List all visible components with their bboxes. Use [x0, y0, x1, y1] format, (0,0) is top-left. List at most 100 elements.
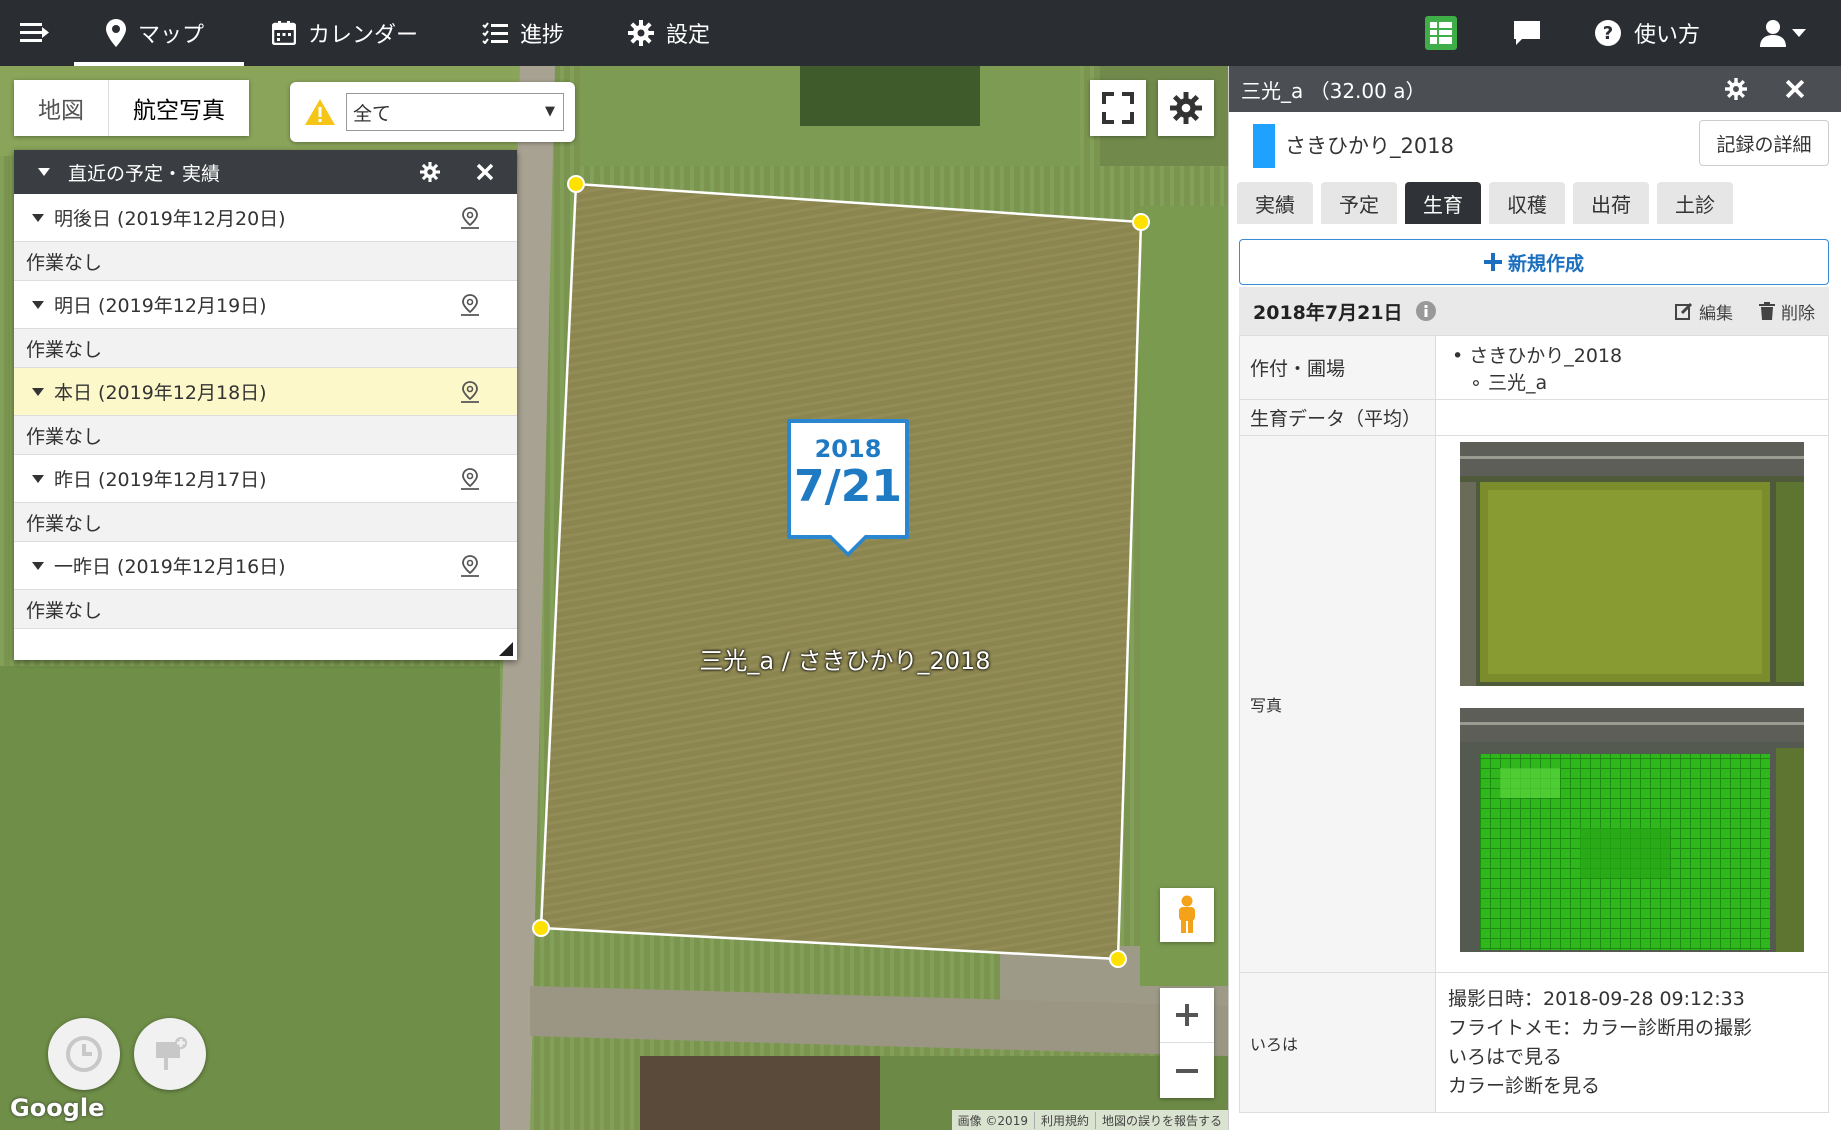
color-diagnosis-thumbnail[interactable]	[1460, 708, 1804, 952]
record-tab[interactable]: 収穫	[1489, 182, 1565, 224]
gear-icon[interactable]	[1725, 78, 1747, 100]
clock-icon	[66, 1036, 102, 1072]
collapse-triangle-icon[interactable]	[38, 168, 50, 176]
new-record-label: 新規作成	[1507, 252, 1584, 275]
record-tab[interactable]: 予定	[1321, 182, 1397, 224]
schedule-day-label: 明後日 (2019年12月20日)	[54, 208, 286, 230]
nav-progress-label: 進捗	[520, 23, 565, 48]
field-detail-panel: 三光_a （32.00 a） さきひかり_2018 記録の詳細 実績 予定 生育 収穫…	[1228, 66, 1841, 1130]
schedule-panel-header: 直近の予定・実績	[14, 150, 517, 194]
map-pin-icon[interactable]	[459, 207, 481, 229]
close-icon[interactable]	[476, 163, 494, 181]
svg-text:?: ?	[1603, 23, 1613, 44]
plus-icon	[1176, 1004, 1198, 1026]
map-tab-aerial[interactable]: 航空写真	[108, 80, 249, 136]
growth-data-key: 生育データ（平均）	[1239, 399, 1436, 436]
messages-button[interactable]	[1512, 0, 1542, 66]
user-menu-button[interactable]	[1760, 0, 1806, 66]
aerial-photo-thumbnail[interactable]	[1460, 442, 1804, 686]
nav-calendar[interactable]: カレンダー	[272, 0, 418, 66]
nav-help[interactable]: ? 使い方	[1594, 0, 1700, 66]
delete-button[interactable]: 削除	[1759, 299, 1815, 324]
view-color-diagnosis-link[interactable]: カラー診断を見る	[1448, 1072, 1828, 1101]
map-tab-map[interactable]: 地図	[14, 80, 108, 136]
spreadsheet-button[interactable]	[1425, 0, 1457, 66]
imagery-credit: 画像 ©2019	[957, 1113, 1028, 1128]
report-error-link[interactable]: 地図の誤りを報告する	[1094, 1111, 1228, 1129]
nav-settings-label: 設定	[666, 23, 711, 48]
map-settings-button[interactable]	[1158, 80, 1214, 136]
flight-memo: フライトメモ：カラー診断用の撮影	[1448, 1016, 1753, 1039]
schedule-day-note: 作業なし	[14, 590, 517, 629]
schedule-day-row[interactable]: 明後日 (2019年12月20日)	[14, 194, 517, 242]
filter-box: 全て ▼	[290, 82, 575, 142]
calendar-icon	[272, 21, 296, 45]
record-detail-button[interactable]: 記録の詳細	[1699, 120, 1829, 166]
field-panel-title: 三光_a （32.00 a）	[1241, 78, 1426, 103]
schedule-day-row[interactable]: 一昨日 (2019年12月16日)	[14, 542, 517, 590]
schedule-day-row[interactable]: 昨日 (2019年12月17日)	[14, 455, 517, 503]
spreadsheet-icon	[1425, 16, 1457, 50]
map-pin-icon[interactable]	[459, 555, 481, 577]
chevron-down-icon	[1792, 29, 1806, 37]
callout-date: 7/21	[794, 461, 902, 512]
schedule-day-row[interactable]: 明日 (2019年12月19日)	[14, 281, 517, 329]
filter-select[interactable]: 全て ▼	[346, 93, 564, 131]
map-pin-icon[interactable]	[459, 381, 481, 403]
record-actions: 編集 削除	[1649, 287, 1815, 335]
photo-key: 写真	[1239, 435, 1436, 973]
nav-progress[interactable]: 進捗	[482, 0, 564, 66]
record-tab[interactable]: 実績	[1237, 182, 1313, 224]
field-date-callout[interactable]: 2018 7/21	[787, 419, 909, 539]
record-tabs: 実績 予定 生育 収穫 出荷 土診	[1229, 182, 1733, 224]
schedule-day-label: 昨日 (2019年12月17日)	[54, 469, 267, 491]
caret-down-icon: ▼	[545, 104, 555, 119]
field-panel-header: 三光_a （32.00 a）	[1229, 66, 1841, 112]
record-header: 2018年7月21日 編集 削除	[1239, 287, 1829, 335]
history-button[interactable]	[48, 1018, 120, 1090]
recent-schedule-panel: 直近の予定・実績 明後日 (2019年12月20日) 作業なし 明日 (2019年1…	[14, 150, 517, 660]
nav-settings[interactable]: 設定	[628, 0, 710, 66]
callout-year: 2018	[814, 435, 882, 463]
zoom-out-button[interactable]	[1160, 1043, 1214, 1098]
record-tab[interactable]: 生育	[1405, 182, 1481, 224]
close-icon[interactable]	[1785, 79, 1805, 99]
add-marker-button[interactable]	[134, 1018, 206, 1090]
zoom-in-button[interactable]	[1160, 988, 1214, 1043]
field-item: 三光_a	[1487, 371, 1548, 394]
edit-label: 編集	[1699, 303, 1733, 324]
info-icon[interactable]	[1415, 300, 1437, 322]
crop-field-key: 作付・圃場	[1239, 335, 1436, 400]
menu-toggle-button[interactable]	[20, 0, 50, 66]
crop-item: さきひかり_2018	[1469, 344, 1623, 367]
expand-triangle-icon	[32, 213, 44, 222]
record-tab[interactable]: 土診	[1657, 182, 1733, 224]
shot-time: 撮影日時：2018-09-28 09:12:33	[1448, 987, 1745, 1010]
edit-button[interactable]: 編集	[1675, 299, 1733, 324]
map-pin-icon[interactable]	[459, 468, 481, 490]
schedule-day-row[interactable]: 本日 (2019年12月18日)	[14, 368, 517, 416]
map-pin-icon[interactable]	[459, 294, 481, 316]
record-tab[interactable]: 出荷	[1573, 182, 1649, 224]
gear-icon[interactable]	[420, 162, 440, 182]
help-icon: ?	[1595, 20, 1621, 46]
chat-icon	[1514, 21, 1540, 45]
schedule-day-note: 作業なし	[14, 503, 517, 542]
expand-triangle-icon	[32, 474, 44, 483]
resize-handle-icon[interactable]	[499, 642, 513, 656]
view-in-iroha-link[interactable]: いろはで見る	[1448, 1043, 1828, 1072]
nav-map[interactable]: マップ	[74, 0, 244, 66]
map-attribution: 画像 ©2019 利用規約 地図の誤りを報告する	[951, 1110, 1228, 1130]
terms-link[interactable]: 利用規約	[1033, 1111, 1095, 1129]
expand-triangle-icon	[32, 561, 44, 570]
top-navigation-bar: マップ カレンダー 進捗 設定 ? 使い方	[0, 0, 1841, 66]
crop-name: さきひかり_2018	[1285, 134, 1454, 158]
user-icon	[1760, 20, 1786, 47]
fullscreen-icon	[1102, 92, 1134, 124]
new-record-button[interactable]: 新規作成	[1239, 239, 1829, 285]
street-view-button[interactable]	[1160, 888, 1214, 942]
table-row: 作付・圃場 • さきひかり_2018 ∘ 三光_a	[1239, 335, 1829, 400]
delete-label: 削除	[1781, 303, 1815, 324]
aerial-map[interactable]: 地図 航空写真 全て ▼ 直近の予定・実績 明後日 (2019年12月20日) 作…	[0, 66, 1228, 1130]
fullscreen-button[interactable]	[1090, 80, 1146, 136]
